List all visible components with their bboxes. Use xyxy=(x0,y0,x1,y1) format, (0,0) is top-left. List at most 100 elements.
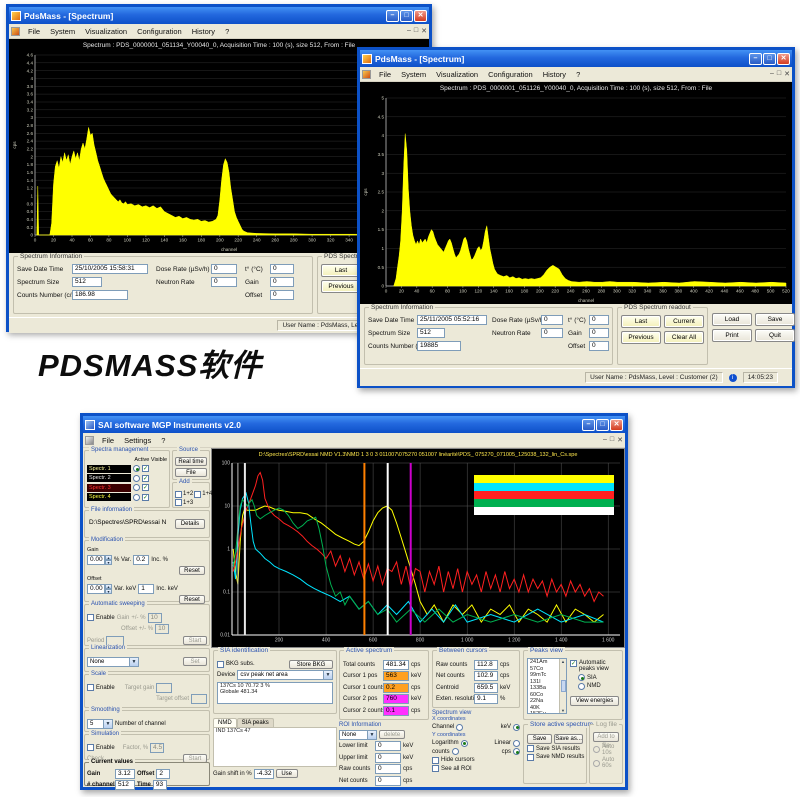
real-time-button[interactable]: Real time xyxy=(175,457,207,466)
spectrum-1-visible-checkbox[interactable]: ✓ xyxy=(142,465,149,472)
mdi-minimize-icon[interactable]: – xyxy=(770,70,774,78)
save-nmd-results-checkbox[interactable] xyxy=(527,754,534,761)
menu-configuration[interactable]: Configuration xyxy=(132,27,187,36)
load-button[interactable]: Load xyxy=(712,313,752,326)
print-button[interactable]: Print xyxy=(712,329,752,342)
sia-radio[interactable] xyxy=(578,674,585,681)
automatic-peaks-checkbox[interactable]: ✓ xyxy=(570,660,577,667)
spectrum-4-active-radio[interactable] xyxy=(133,494,140,501)
spectrum-3-visible-checkbox[interactable]: ✓ xyxy=(142,484,149,491)
use-button[interactable]: Use xyxy=(276,769,298,778)
mdi-close-icon[interactable]: ✕ xyxy=(617,436,623,444)
add-1-3-checkbox[interactable] xyxy=(175,499,182,506)
save-date-field[interactable]: 25/11/2005 05:52:16 xyxy=(417,315,487,325)
spectrum-2-visible-checkbox[interactable]: ✓ xyxy=(142,475,149,482)
mdi-restore-icon[interactable]: □ xyxy=(777,70,781,78)
offset-field[interactable]: 0 xyxy=(589,341,609,351)
add-1-4-checkbox[interactable] xyxy=(194,491,201,498)
view-energies-button[interactable]: View energies xyxy=(570,696,619,706)
mdi-restore-icon[interactable]: □ xyxy=(414,27,418,35)
bkg-subs-checkbox[interactable] xyxy=(217,661,224,668)
menu-system[interactable]: System xyxy=(396,70,431,79)
peaks-listbox[interactable]: 241Am 57Co 99mTc 131I 133Ba 60Co 22Na 40… xyxy=(527,658,567,714)
details-button[interactable]: Details xyxy=(175,519,205,529)
spectrum-2-active-radio[interactable] xyxy=(133,475,140,482)
gain-inc-field[interactable]: 0.2 xyxy=(133,555,149,565)
save-button[interactable]: Save xyxy=(755,313,795,326)
nmd-peaks-list[interactable]: IND 137Cs 47 xyxy=(214,728,336,766)
dose-rate-field[interactable]: 0 xyxy=(541,315,563,325)
kev-radio[interactable] xyxy=(513,724,520,731)
titlebar[interactable]: SAI software MGP Instruments v2.0 – □ ✕ xyxy=(83,416,625,433)
spectrum-size-field[interactable]: 512 xyxy=(72,277,102,287)
neutron-rate-field[interactable]: 0 xyxy=(541,328,563,338)
save-button[interactable]: Save xyxy=(527,734,552,744)
store-bkg-button[interactable]: Store BKG xyxy=(289,660,333,669)
previous-button[interactable]: Previous xyxy=(621,331,661,344)
mdi-close-icon[interactable]: ✕ xyxy=(421,27,427,35)
spectrum-4-visible-checkbox[interactable]: ✓ xyxy=(142,494,149,501)
menu-history[interactable]: History xyxy=(187,27,220,36)
menu-visualization[interactable]: Visualization xyxy=(431,70,483,79)
cps-radio[interactable] xyxy=(513,748,520,755)
device-dropdown[interactable]: csv peak net area▼ xyxy=(237,670,333,680)
spectrum-4-chip[interactable]: Spectr. 4 xyxy=(87,493,131,501)
close-button[interactable]: ✕ xyxy=(610,419,623,431)
spectrum-3-active-radio[interactable] xyxy=(133,484,140,491)
gain-field[interactable]: 0 xyxy=(589,328,609,338)
counts-field[interactable]: 186.98 xyxy=(72,290,128,300)
quit-button[interactable]: Quit xyxy=(755,329,795,342)
menu-file[interactable]: File xyxy=(23,27,45,36)
spectrum-1-active-radio[interactable] xyxy=(133,465,140,472)
clear-all-button[interactable]: Clear All xyxy=(664,331,704,344)
spectrum-3-chip[interactable]: Spectr. 3 xyxy=(87,484,131,492)
tab-sia-peaks[interactable]: SIA peaks xyxy=(237,718,274,727)
channel-radio[interactable] xyxy=(456,724,463,731)
see-all-roi-checkbox[interactable] xyxy=(432,765,439,772)
minimize-button[interactable]: – xyxy=(386,10,399,22)
menu-settings[interactable]: Settings xyxy=(119,436,156,445)
maximize-button[interactable]: □ xyxy=(596,419,609,431)
mdi-minimize-icon[interactable]: – xyxy=(603,436,607,444)
previous-button[interactable]: Previous xyxy=(321,280,361,293)
smoothing-dropdown[interactable]: 5▼ xyxy=(87,719,113,729)
temp-field[interactable]: 0 xyxy=(270,264,294,274)
dose-rate-field[interactable]: 0 xyxy=(211,264,237,274)
listbox-scrollbar[interactable]: ▲▼ xyxy=(559,659,566,713)
scale-enable-checkbox[interactable] xyxy=(87,684,94,691)
minimize-button[interactable]: – xyxy=(749,53,762,65)
menu-file[interactable]: File xyxy=(97,436,119,445)
close-button[interactable]: ✕ xyxy=(777,53,790,65)
menu-history[interactable]: History xyxy=(538,70,571,79)
maximize-button[interactable]: □ xyxy=(400,10,413,22)
last-button[interactable]: Last xyxy=(621,315,661,328)
offset-field[interactable]: 0 xyxy=(270,290,294,300)
menu-configuration[interactable]: Configuration xyxy=(483,70,538,79)
linearization-dropdown[interactable]: None▼ xyxy=(87,657,139,667)
tab-nmd[interactable]: NMD xyxy=(213,718,237,727)
mdi-restore-icon[interactable]: □ xyxy=(610,436,614,444)
maximize-button[interactable]: □ xyxy=(763,53,776,65)
menu-help[interactable]: ? xyxy=(220,27,234,36)
mdi-close-icon[interactable]: ✕ xyxy=(784,70,790,78)
file-button[interactable]: File xyxy=(175,468,207,477)
neutron-rate-field[interactable]: 0 xyxy=(211,277,237,287)
simulation-enable-checkbox[interactable] xyxy=(87,744,94,751)
offset-reset-button[interactable]: Reset xyxy=(179,595,205,604)
counts-field[interactable]: 19885 xyxy=(417,341,461,351)
counts-radio[interactable] xyxy=(452,748,459,755)
gain-stepper[interactable]: 0.00▲▼ xyxy=(87,555,112,565)
titlebar[interactable]: PdsMass - [Spectrum] – □ ✕ xyxy=(9,7,429,24)
menu-file[interactable]: File xyxy=(374,70,396,79)
sia-results-list[interactable]: 137Cs 10 70.72 3 % Globale 481.34 xyxy=(217,682,333,704)
hide-cursors-checkbox[interactable] xyxy=(432,757,439,764)
save-date-field[interactable]: 25/10/2005 15:58:31 xyxy=(72,264,148,274)
menu-help[interactable]: ? xyxy=(571,70,585,79)
save-sia-results-checkbox[interactable] xyxy=(527,745,534,752)
temp-field[interactable]: 0 xyxy=(589,315,609,325)
minimize-button[interactable]: – xyxy=(582,419,595,431)
save-as-button[interactable]: Save as... xyxy=(554,734,583,744)
spectrum-1-chip[interactable]: Spectr. 1 xyxy=(87,465,131,473)
menu-visualization[interactable]: Visualization xyxy=(80,27,132,36)
gain-shift-field[interactable]: -4.32 xyxy=(254,769,274,779)
